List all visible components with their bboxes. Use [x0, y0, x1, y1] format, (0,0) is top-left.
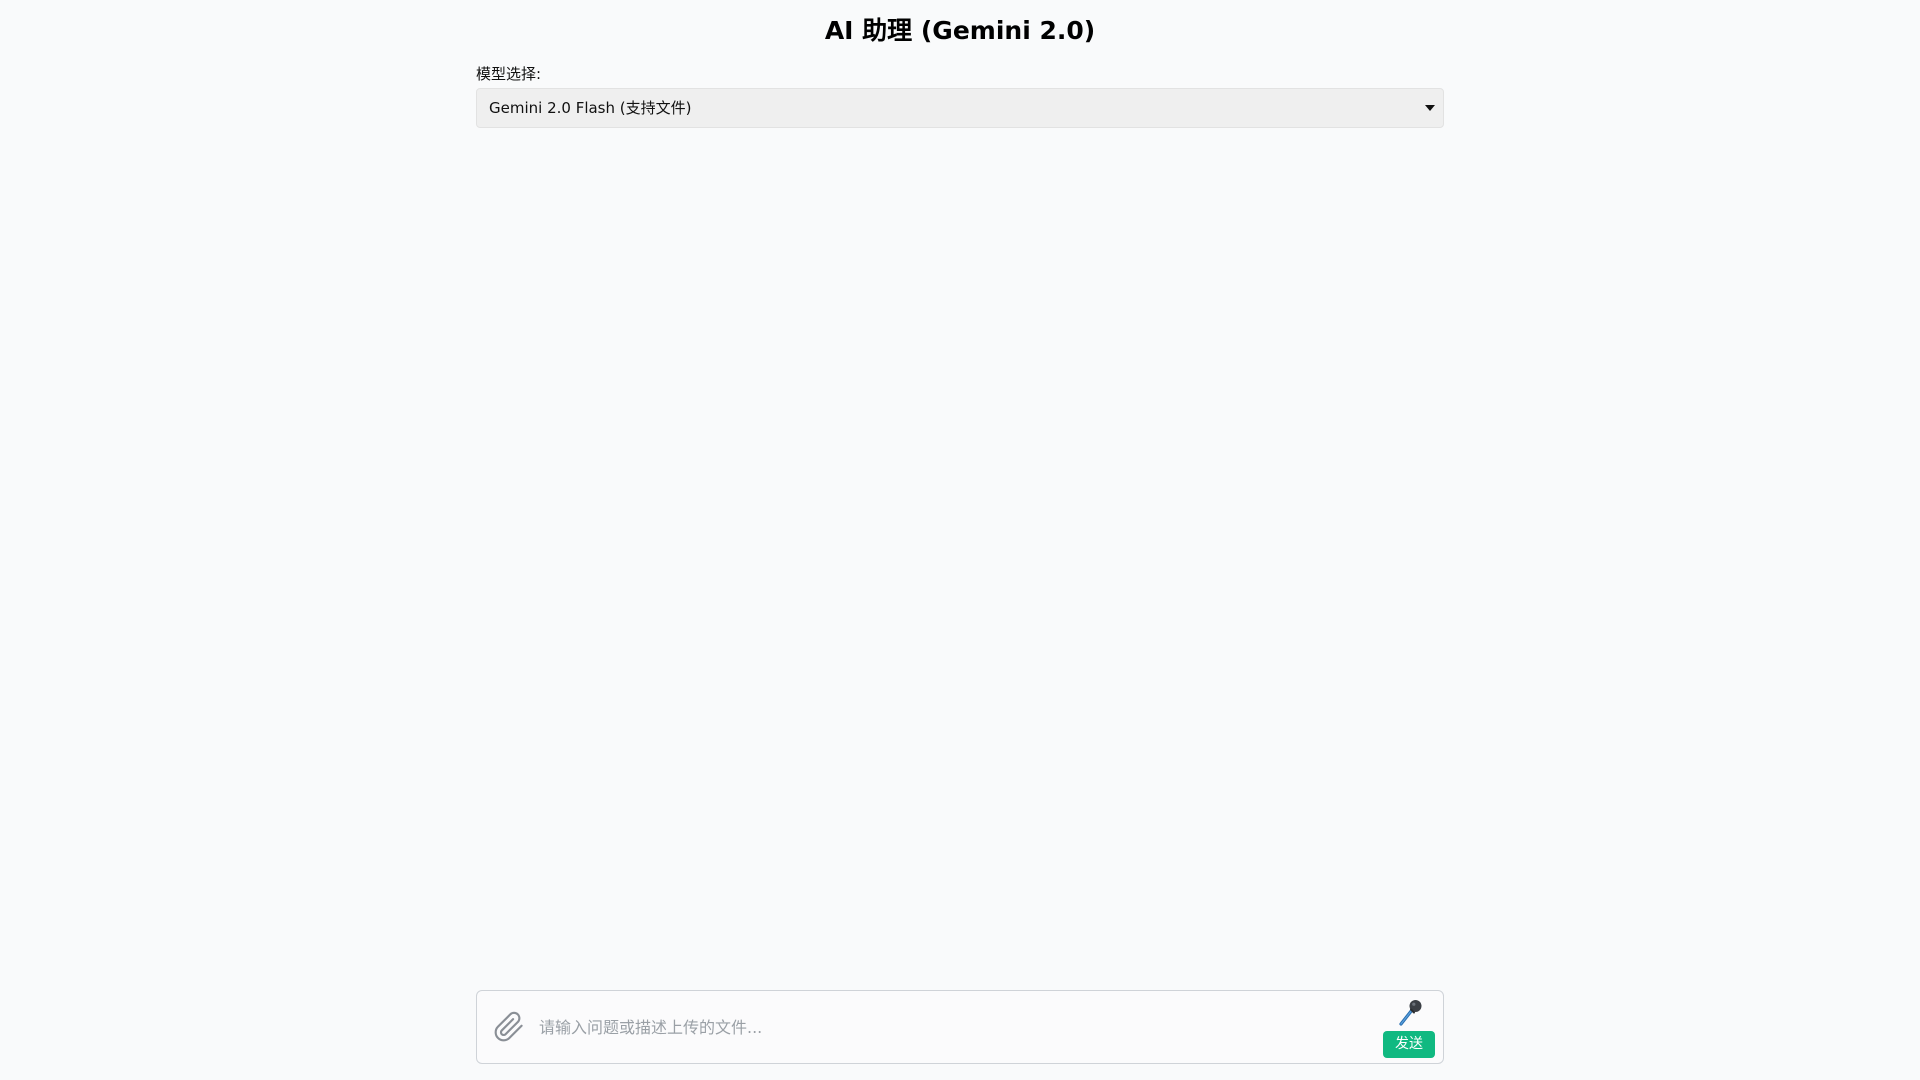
- model-select[interactable]: Gemini 2.0 Flash (支持文件): [476, 88, 1444, 128]
- microphone-icon[interactable]: [1395, 997, 1425, 1027]
- app-page: AI 助理 (Gemini 2.0) 模型选择: Gemini 2.0 Flas…: [0, 0, 1920, 1080]
- model-select-value: Gemini 2.0 Flash (支持文件): [489, 99, 692, 117]
- main-column: AI 助理 (Gemini 2.0) 模型选择: Gemini 2.0 Flas…: [476, 0, 1444, 1080]
- send-button[interactable]: 发送: [1383, 1031, 1435, 1058]
- message-composer: 发送: [476, 990, 1444, 1064]
- message-input[interactable]: [539, 1005, 1339, 1049]
- chat-messages-area: [476, 140, 1444, 980]
- model-select-label: 模型选择:: [476, 65, 542, 83]
- paperclip-icon[interactable]: [493, 1011, 525, 1043]
- chevron-down-icon: [1425, 105, 1435, 111]
- page-title: AI 助理 (Gemini 2.0): [824, 16, 1096, 45]
